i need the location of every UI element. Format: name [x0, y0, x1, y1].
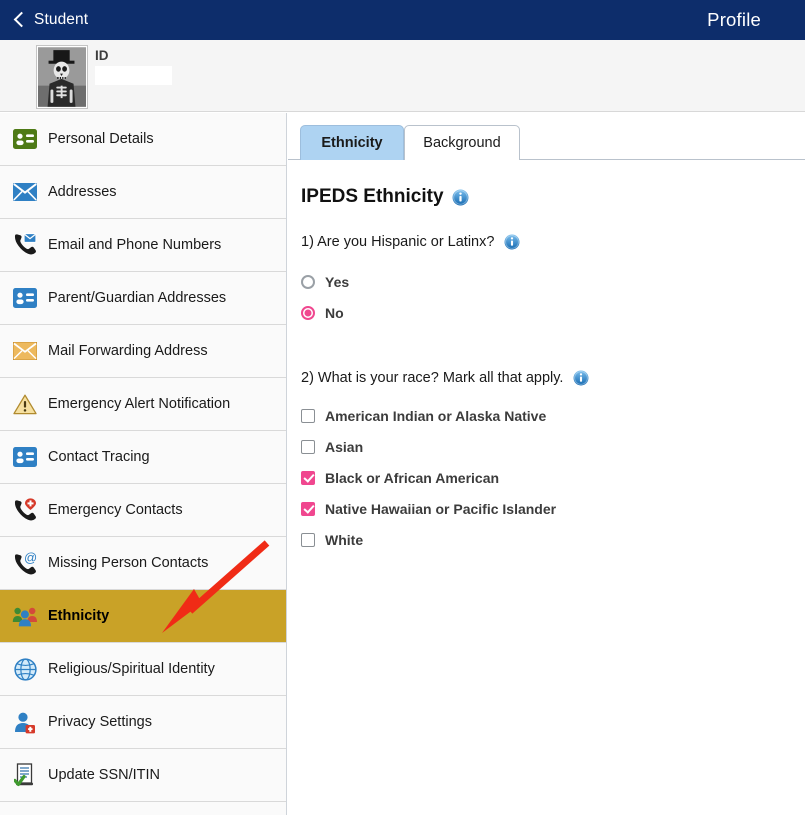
student-photo	[36, 45, 88, 109]
back-button-label: Student	[34, 11, 89, 28]
sidebar-item-label: Privacy Settings	[48, 714, 152, 730]
content-panel: Ethnicity Background IPEDS Ethnicity 1) …	[288, 113, 805, 815]
sidebar-item-label: Update SSN/ITIN	[48, 767, 161, 783]
sidebar-item-label: Parent/Guardian Addresses	[48, 290, 227, 306]
sidebar-item-email-and-phone-numbers[interactable]: Email and Phone Numbers	[0, 219, 286, 272]
radio-option-no[interactable]: No	[301, 297, 805, 328]
tab-strip: Ethnicity Background	[288, 113, 805, 160]
checkbox[interactable]	[301, 470, 315, 485]
globe-icon	[12, 656, 38, 682]
checkbox-option-white[interactable]: White	[301, 524, 805, 555]
envelope-orange-icon	[12, 338, 38, 364]
sidebar-item-privacy-settings[interactable]: Privacy Settings	[0, 696, 286, 749]
top-navigation-bar: Student Profile	[0, 0, 805, 40]
question-1-text: 1) Are you Hispanic or Latinx?	[301, 234, 495, 250]
info-icon[interactable]	[504, 234, 520, 250]
student-identity-band: ID	[0, 40, 805, 112]
sidebar-item-missing-person-contacts[interactable]: @ Missing Person Contacts	[0, 537, 286, 590]
sidebar-item-empty[interactable]	[0, 802, 286, 815]
sidebar-item-personal-details[interactable]: Personal Details	[0, 113, 286, 166]
checkbox-option-label: Asian	[325, 438, 364, 455]
question-1: 1) Are you Hispanic or Latinx?	[301, 234, 805, 250]
back-to-student-button[interactable]: Student	[14, 11, 88, 29]
checkbox-option-label: Black or African American	[325, 469, 500, 486]
checkbox-option-asian[interactable]: Asian	[301, 431, 805, 462]
id-label: ID	[95, 48, 109, 63]
phone-envelope-icon	[12, 232, 38, 258]
radio-option-label: No	[325, 304, 344, 321]
sidebar-item-addresses[interactable]: Addresses	[0, 166, 286, 219]
sidebar-item-label: Religious/Spiritual Identity	[48, 661, 215, 677]
warning-triangle-icon	[12, 391, 38, 417]
sidebar-item-label: Addresses	[48, 184, 117, 200]
tab-ethnicity[interactable]: Ethnicity	[300, 125, 404, 160]
sidebar-item-emergency-contacts[interactable]: Emergency Contacts	[0, 484, 286, 537]
section-heading: IPEDS Ethnicity	[301, 186, 805, 208]
race-checkbox-group: American Indian or Alaska Native Asian Bla…	[301, 400, 805, 555]
sidebar-item-emergency-alert-notification[interactable]: Emergency Alert Notification	[0, 378, 286, 431]
sidebar-item-label: Ethnicity	[48, 608, 110, 624]
info-icon[interactable]	[452, 189, 469, 206]
checkbox-option-label: Native Hawaiian or Pacific Islander	[325, 500, 557, 517]
checkbox-option-black-or-african-american[interactable]: Black or African American	[301, 462, 805, 493]
document-check-icon	[12, 762, 38, 788]
sidebar-item-label: Emergency Contacts	[48, 502, 183, 518]
checkbox-option-label: American Indian or Alaska Native	[325, 407, 547, 424]
sidebar-item-mail-forwarding-address[interactable]: Mail Forwarding Address	[0, 325, 286, 378]
sidebar-item-label: Emergency Alert Notification	[48, 396, 231, 412]
question-2-text: 2) What is your race? Mark all that appl…	[301, 370, 564, 386]
tab-ethnicity-label: Ethnicity	[321, 135, 383, 151]
chevron-left-icon	[14, 11, 25, 29]
people-group-icon	[12, 603, 38, 629]
ethnicity-form: IPEDS Ethnicity 1) Are you Hispanic or L…	[288, 160, 805, 555]
checkbox[interactable]	[301, 439, 315, 454]
svg-text:@: @	[24, 551, 37, 565]
checkbox[interactable]	[301, 532, 315, 547]
checkbox-option-label: White	[325, 531, 364, 548]
checkbox[interactable]	[301, 501, 315, 516]
sidebar-item-contact-tracing[interactable]: Contact Tracing	[0, 431, 286, 484]
profile-sidebar: Personal Details Addresses Email and Phone…	[0, 113, 287, 815]
envelope-blue-icon	[12, 179, 38, 205]
contact-card-blue-icon	[12, 444, 38, 470]
radio-option-yes[interactable]: Yes	[301, 266, 805, 297]
info-icon[interactable]	[573, 370, 589, 386]
sidebar-item-parent-guardian-addresses[interactable]: Parent/Guardian Addresses	[0, 272, 286, 325]
radio-option-label: Yes	[325, 273, 350, 290]
radio-button[interactable]	[301, 274, 315, 289]
contact-card-blue-icon	[12, 285, 38, 311]
sidebar-item-label: Mail Forwarding Address	[48, 343, 208, 359]
checkbox[interactable]	[301, 408, 315, 423]
phone-at-icon: @	[12, 550, 38, 576]
section-heading-text: IPEDS Ethnicity	[301, 186, 444, 207]
profile-page: Student Profile ID Personal Details Addr…	[0, 0, 805, 815]
checkbox-option-native-hawaiian-or-pacific-islander[interactable]: Native Hawaiian or Pacific Islander	[301, 493, 805, 524]
id-value-redacted	[95, 66, 172, 85]
radio-button[interactable]	[301, 305, 315, 320]
phone-medical-icon	[12, 497, 38, 523]
sidebar-item-religious-spiritual-identity[interactable]: Religious/Spiritual Identity	[0, 643, 286, 696]
id-card-green-icon	[12, 126, 38, 152]
page-title: Profile	[707, 9, 761, 30]
hispanic-latinx-radio-group: Yes No	[301, 266, 805, 328]
person-lock-icon	[12, 709, 38, 735]
sidebar-item-update-ssn-itin[interactable]: Update SSN/ITIN	[0, 749, 286, 802]
sidebar-item-label: Email and Phone Numbers	[48, 237, 222, 253]
sidebar-item-label: Contact Tracing	[48, 449, 150, 465]
sidebar-item-label: Missing Person Contacts	[48, 555, 209, 571]
tab-background[interactable]: Background	[404, 125, 520, 160]
sidebar-item-label: Personal Details	[48, 131, 154, 147]
tab-background-label: Background	[423, 135, 501, 151]
checkbox-option-american-indian-or-alaska-native[interactable]: American Indian or Alaska Native	[301, 400, 805, 431]
question-2: 2) What is your race? Mark all that appl…	[301, 370, 805, 386]
sidebar-item-ethnicity[interactable]: Ethnicity	[0, 590, 286, 643]
